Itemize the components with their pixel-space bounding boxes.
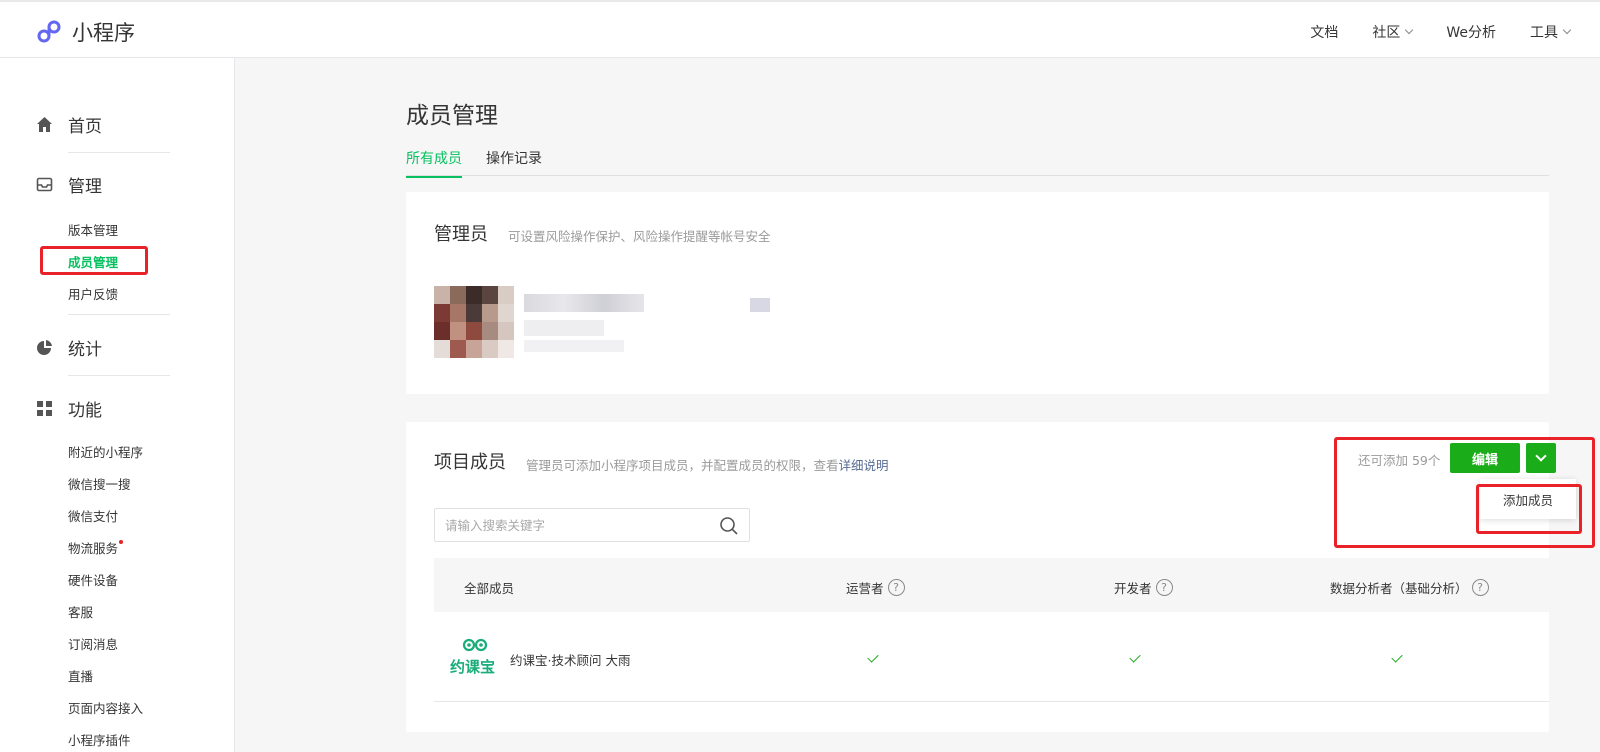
members-desc-text: 管理员可添加小程序项目成员，并配置成员的权限，查看	[526, 458, 839, 473]
member-name: 约课宝·技术顾问 大雨	[510, 653, 631, 668]
highlight-box	[1476, 484, 1582, 534]
admin-info-blurred	[524, 286, 770, 358]
top-nav: 文档 社区 We分析 工具	[1310, 22, 1572, 42]
check-icon	[867, 651, 879, 663]
sidebar-item-subscribe[interactable]: 订阅消息	[68, 634, 118, 653]
sidebar: 首页 管理 版本管理 成员管理 用户反馈 统计 功能 附近的小程序 微信搜一搜 …	[0, 58, 235, 752]
home-icon	[37, 117, 52, 132]
admin-desc: 可设置风险操作保护、风险操作提醒等帐号安全	[508, 229, 771, 244]
page-title: 成员管理	[406, 103, 498, 129]
column-label: 运营者	[846, 581, 884, 596]
sidebar-item-version[interactable]: 版本管理	[68, 220, 118, 239]
member-avatar: 约课宝	[450, 638, 500, 678]
pie-chart-icon	[37, 340, 52, 355]
sidebar-item-home[interactable]: 首页	[36, 112, 102, 137]
nav-community-label: 社区	[1372, 25, 1401, 41]
sidebar-item-service[interactable]: 客服	[68, 602, 93, 621]
admin-avatar	[434, 286, 514, 358]
sidebar-item-manage[interactable]: 管理	[36, 172, 102, 197]
help-icon[interactable]: ?	[1155, 579, 1173, 596]
grid-icon	[37, 401, 52, 416]
column-label: 开发者	[1114, 581, 1152, 596]
sidebar-item-feedback[interactable]: 用户反馈	[68, 284, 118, 303]
search-icon[interactable]	[719, 516, 739, 536]
table-header: 全部成员 运营者? 开发者? 数据分析者（基础分析）?	[434, 558, 1549, 612]
table-row: 约课宝 约课宝·技术顾问 大雨	[434, 612, 1549, 702]
top-bar: 小程序 文档 社区 We分析 工具	[0, 0, 1600, 58]
logo[interactable]: 小程序	[36, 17, 135, 47]
nav-community[interactable]: 社区	[1372, 22, 1414, 42]
owl-logo-icon	[462, 638, 488, 652]
column-analyst: 数据分析者（基础分析）?	[1330, 578, 1489, 597]
divider	[68, 375, 170, 376]
sidebar-item-nearby[interactable]: 附近的小程序	[68, 442, 143, 461]
sidebar-item-pay[interactable]: 微信支付	[68, 506, 118, 525]
sidebar-item-label: 统计	[68, 340, 102, 360]
tab-all-members[interactable]: 所有成员	[406, 148, 462, 178]
inbox-icon	[36, 177, 53, 192]
sidebar-item-live[interactable]: 直播	[68, 666, 93, 685]
new-dot-icon	[119, 540, 124, 544]
search-input[interactable]	[435, 509, 705, 541]
chevron-down-icon	[1405, 25, 1414, 35]
help-icon[interactable]: ?	[887, 579, 905, 596]
sidebar-item-label: 管理	[68, 177, 102, 197]
check-icon	[1129, 651, 1141, 663]
admin-title: 管理员	[434, 224, 488, 245]
nav-docs[interactable]: 文档	[1310, 22, 1338, 42]
nav-tools[interactable]: 工具	[1530, 22, 1572, 42]
nav-analytics[interactable]: We分析	[1446, 22, 1496, 42]
help-icon[interactable]: ?	[1471, 579, 1489, 596]
sidebar-item-search[interactable]: 微信搜一搜	[68, 474, 131, 493]
column-all-members: 全部成员	[464, 581, 515, 596]
column-operator: 运营者?	[846, 578, 905, 597]
highlight-box	[40, 246, 148, 275]
miniprogram-logo-icon	[37, 20, 61, 43]
admin-card: 管理员 可设置风险操作保护、风险操作提醒等帐号安全	[406, 192, 1549, 394]
sidebar-item-stats[interactable]: 统计	[36, 335, 102, 360]
nav-tools-label: 工具	[1530, 25, 1558, 41]
sidebar-item-features[interactable]: 功能	[36, 396, 102, 421]
tab-bar: 所有成员 操作记录	[406, 148, 1549, 178]
chevron-down-icon	[1562, 25, 1572, 35]
sidebar-item-hardware[interactable]: 硬件设备	[68, 570, 118, 589]
check-icon	[1391, 651, 1403, 663]
details-link[interactable]: 详细说明	[839, 458, 889, 473]
sidebar-item-label: 物流服务	[68, 541, 119, 556]
search-box	[434, 508, 750, 542]
member-logo-text: 约课宝	[450, 658, 496, 676]
divider	[68, 152, 170, 153]
members-title: 项目成员	[434, 452, 506, 473]
app-title: 小程序	[72, 21, 135, 45]
sidebar-item-label: 首页	[68, 117, 102, 137]
members-desc: 管理员可添加小程序项目成员，并配置成员的权限，查看详细说明	[526, 455, 889, 474]
sidebar-item-label: 功能	[68, 401, 102, 421]
tab-operation-log[interactable]: 操作记录	[486, 148, 542, 176]
sidebar-item-content[interactable]: 页面内容接入	[68, 698, 143, 717]
sidebar-item-logistics[interactable]: 物流服务	[68, 538, 124, 557]
column-label: 数据分析者（基础分析）	[1330, 581, 1468, 596]
column-developer: 开发者?	[1114, 578, 1173, 597]
sidebar-item-plugins[interactable]: 小程序插件	[68, 730, 131, 749]
divider	[68, 314, 170, 315]
